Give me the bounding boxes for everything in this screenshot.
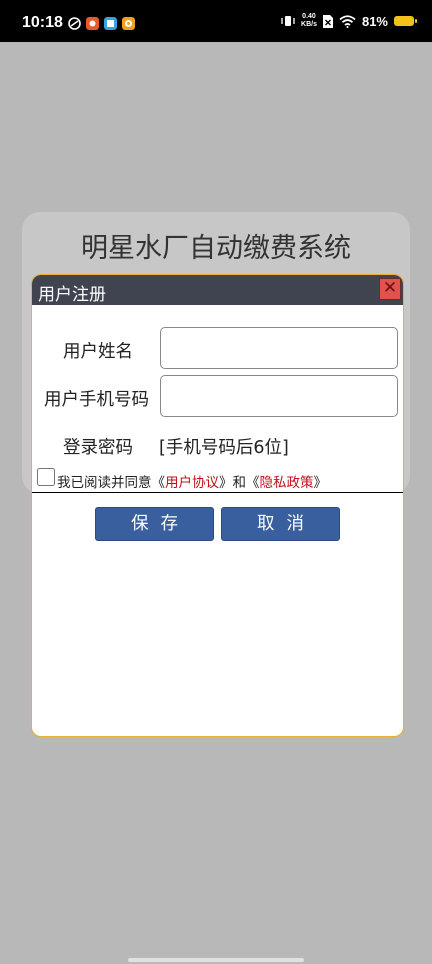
phone-input[interactable] [160, 375, 398, 417]
cancel-button[interactable]: 取消 [221, 507, 340, 541]
system-status-icons: 0.40 KB/s 81% [281, 13, 417, 29]
password-hint: [手机号码后6位] [159, 438, 289, 458]
dialog-header: 用户注册 ✕ [32, 275, 403, 305]
battery-icon [394, 16, 417, 26]
app-notification-icon [122, 17, 135, 30]
battery-percent: 81% [361, 13, 388, 29]
user-agreement-link[interactable]: 用户协议 [165, 475, 219, 491]
phone-label: 用户手机号码 [44, 390, 149, 410]
status-time: 10:18 [22, 14, 63, 31]
notification-icons [68, 17, 135, 30]
app-title: 明星水厂自动缴费系统 [81, 233, 351, 264]
privacy-policy-link[interactable]: 隐私政策 [260, 475, 314, 491]
app-notification-icon [68, 17, 81, 30]
agreement-prefix: 我已阅读并同意《 [57, 475, 165, 491]
divider [32, 492, 403, 493]
wifi-icon [339, 14, 356, 28]
close-button[interactable]: ✕ [379, 278, 401, 300]
sim-icon [322, 14, 333, 28]
close-icon: ✕ [382, 278, 398, 298]
agreement-row: 我已阅读并同意《用户协议》和《隐私政策》 [37, 468, 397, 491]
net-speed-value: 0.40 [302, 13, 316, 20]
agreement-text: 我已阅读并同意《用户协议》和《隐私政策》 [57, 471, 327, 491]
name-input[interactable] [160, 327, 398, 369]
agree-checkbox[interactable] [37, 468, 55, 486]
navigation-handle[interactable] [128, 958, 304, 962]
net-speed-unit: KB/s [301, 21, 317, 28]
register-dialog: 用户注册 ✕ 用户姓名 用户手机号码 登录密码 [手机号码后6位] 我已阅读并同… [31, 274, 404, 737]
agreement-middle: 》和《 [219, 475, 260, 491]
status-bar: 10:18 0.40 KB/s 81% [0, 0, 432, 42]
app-notification-icon [86, 17, 99, 30]
dialog-title: 用户注册 [38, 285, 106, 305]
app-notification-icon [104, 17, 117, 30]
name-label: 用户姓名 [63, 342, 133, 362]
save-button[interactable]: 保存 [95, 507, 214, 541]
vibrate-icon [281, 16, 295, 26]
agreement-suffix: 》 [313, 475, 328, 491]
password-label: 登录密码 [63, 438, 133, 458]
net-speed: 0.40 KB/s [301, 13, 317, 29]
